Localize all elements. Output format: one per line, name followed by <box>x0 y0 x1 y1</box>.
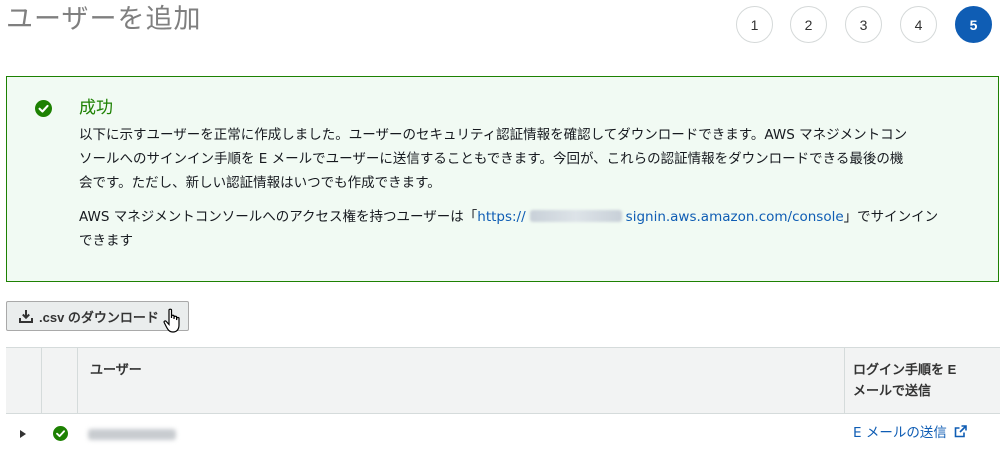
console-signin-link[interactable]: https:// signin.aws.amazon.com/console <box>477 209 843 225</box>
success-check-icon <box>53 426 68 441</box>
step-5-current: 5 <box>955 6 992 43</box>
signin-prefix: AWS マネジメントコンソールへのアクセス権を持つユーザーは「 <box>79 209 478 225</box>
table-header: ユーザー ログイン手順を E メールで送信 <box>6 347 1000 414</box>
column-divider <box>41 348 42 414</box>
download-csv-button[interactable]: .csv のダウンロード <box>6 301 189 331</box>
step-1[interactable]: 1 <box>736 6 773 43</box>
alert-message-line: ソールへのサインイン手順を E メールでユーザーに送信することもできます。今回が… <box>79 151 904 167</box>
send-email-link[interactable]: E メールの送信 <box>853 423 967 443</box>
signin-info: AWS マネジメントコンソールへのアクセス権を持つユーザーは「https:// s… <box>79 205 979 253</box>
column-divider <box>844 348 845 414</box>
alert-title: 成功 <box>79 98 113 118</box>
download-button-label: .csv のダウンロード <box>39 309 159 325</box>
signin-line2: できます <box>79 233 133 249</box>
hand-cursor-icon <box>163 308 180 333</box>
column-header-line: メールで送信 <box>853 383 932 398</box>
download-icon <box>19 310 33 323</box>
success-check-icon <box>35 100 52 117</box>
users-table: ユーザー ログイン手順を E メールで送信 E メールの送信 <box>6 347 1000 454</box>
column-header-line: ログイン手順を E <box>853 362 957 377</box>
page-title: ユーザーを追加 <box>6 4 202 35</box>
signin-suffix: 」でサインイン <box>843 209 939 225</box>
external-link-icon <box>954 425 967 438</box>
expand-caret-icon[interactable] <box>20 430 26 438</box>
alert-message-line: 以下に示すユーザーを正常に作成しました。ユーザーのセキュリティ認証情報を確認して… <box>79 127 908 143</box>
alert-message: 以下に示すユーザーを正常に作成しました。ユーザーのセキュリティ認証情報を確認して… <box>79 123 979 195</box>
signin-url-start: https:// <box>477 209 526 225</box>
column-divider <box>77 348 78 414</box>
alert-message-line: 会です。ただし、新しい認証情報はいつでも作成できます。 <box>79 175 441 191</box>
success-alert: 成功 以下に示すユーザーを正常に作成しました。ユーザーのセキュリティ認証情報を確… <box>6 76 999 282</box>
send-email-label: E メールの送信 <box>853 425 947 441</box>
redacted-account-id <box>529 210 622 222</box>
redacted-username <box>88 429 176 440</box>
signin-url-end: signin.aws.amazon.com/console <box>625 209 844 225</box>
step-4[interactable]: 4 <box>900 6 937 43</box>
step-3[interactable]: 3 <box>845 6 882 43</box>
table-row: E メールの送信 <box>6 414 1000 454</box>
step-2[interactable]: 2 <box>790 6 827 43</box>
